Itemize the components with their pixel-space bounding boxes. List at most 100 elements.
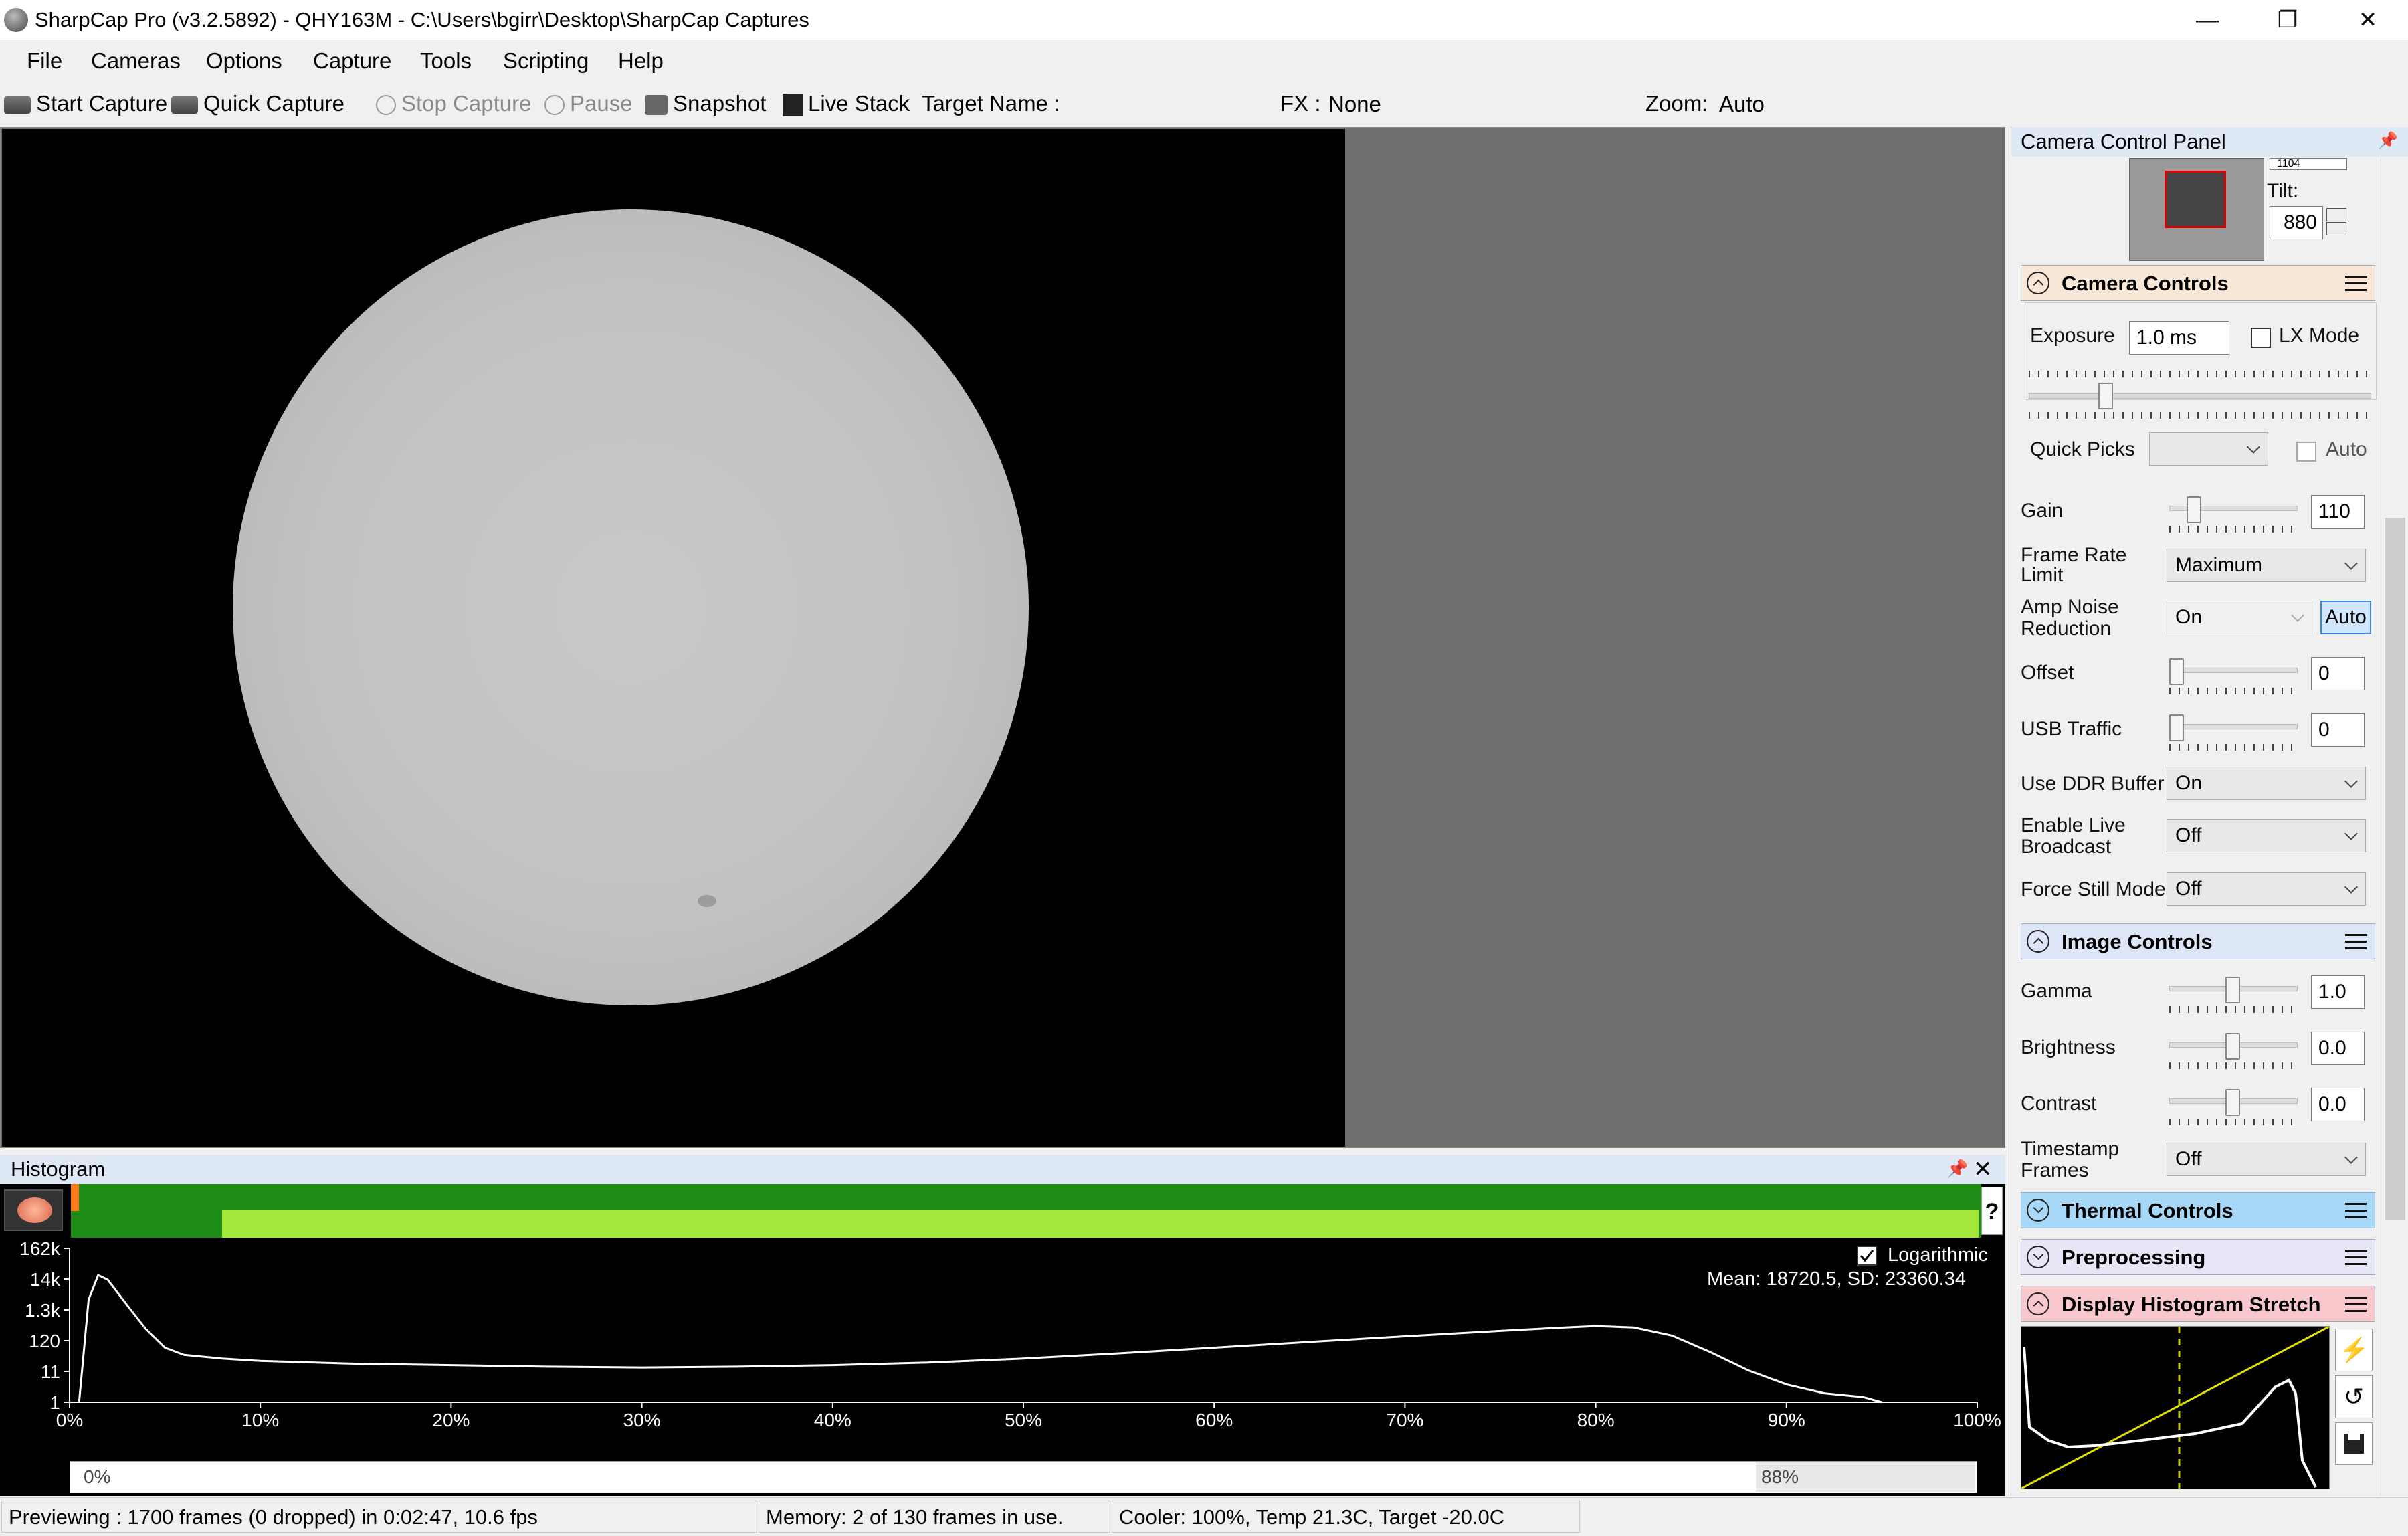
expand-icon[interactable] bbox=[2027, 1246, 2049, 1268]
live-broadcast-select[interactable]: Off bbox=[2167, 819, 2366, 852]
quick-capture-button[interactable]: Quick Capture bbox=[171, 83, 344, 124]
menu-icon[interactable] bbox=[2345, 276, 2367, 292]
exposure-field[interactable]: 1.0 ms bbox=[2129, 321, 2229, 355]
gamma-field[interactable]: 1.0 bbox=[2311, 975, 2365, 1009]
expand-icon[interactable] bbox=[2027, 1199, 2049, 1222]
gamma-slider-thumb[interactable] bbox=[2225, 977, 2240, 1003]
pin-icon[interactable]: 📌 bbox=[1946, 1159, 1968, 1179]
stretch-graph[interactable] bbox=[2021, 1325, 2330, 1490]
auto-stretch-button[interactable]: ⚡ bbox=[2335, 1329, 2373, 1371]
timestamp-select[interactable]: Off bbox=[2167, 1143, 2366, 1176]
close-button[interactable]: ✕ bbox=[2328, 0, 2408, 40]
stop-capture-button[interactable]: Stop Capture bbox=[376, 83, 531, 124]
force-still-label: Force Still Mode bbox=[2021, 878, 2166, 900]
tilt-label: Tilt: bbox=[2267, 180, 2299, 202]
y-tick-label: 11 bbox=[41, 1361, 60, 1382]
collapse-icon[interactable] bbox=[2027, 272, 2049, 294]
menu-icon[interactable] bbox=[2345, 1250, 2367, 1266]
exposure-slider-thumb[interactable] bbox=[2098, 383, 2113, 409]
menu-scripting[interactable]: Scripting bbox=[503, 41, 589, 80]
contrast-slider-thumb[interactable] bbox=[2225, 1089, 2240, 1116]
live-broadcast-label-line1: Enable Live bbox=[2021, 814, 2126, 836]
usb-slider-track[interactable] bbox=[2169, 724, 2298, 729]
x-tick-label: 40% bbox=[814, 1410, 851, 1430]
pan-field[interactable]: 1104 bbox=[2270, 158, 2347, 170]
reset-icon: ↺ bbox=[2343, 1383, 2365, 1410]
exposure-slider-track[interactable] bbox=[2029, 393, 2371, 399]
frame-rate-select[interactable]: Maximum bbox=[2167, 549, 2366, 582]
tilt-field[interactable]: 880 bbox=[2270, 206, 2323, 239]
help-button[interactable]: ? bbox=[1981, 1187, 2003, 1235]
amp-noise-select[interactable]: On bbox=[2167, 601, 2312, 634]
exposure-ticks-bottom bbox=[2029, 412, 2370, 419]
histogram-header: Histogram 📌 ✕ bbox=[0, 1155, 2005, 1185]
offset-slider-track[interactable] bbox=[2169, 668, 2298, 673]
y-tick-label: 1.3k bbox=[25, 1300, 61, 1321]
gamma-label: Gamma bbox=[2021, 980, 2092, 1002]
fx-combo[interactable]: None bbox=[1326, 92, 1542, 116]
display-stretch-header[interactable]: Display Histogram Stretch bbox=[2021, 1286, 2375, 1322]
force-still-select[interactable]: Off bbox=[2167, 872, 2366, 906]
camera-controls-header[interactable]: Camera Controls bbox=[2021, 265, 2375, 301]
x-tick-label: 20% bbox=[432, 1410, 470, 1430]
histogram-chart: 162k14k1.3k1201110% 10% 20% 30% 40% 50% 60% 70%… bbox=[19, 1238, 2001, 1430]
menu-cameras[interactable]: Cameras bbox=[91, 41, 181, 80]
save-stretch-button[interactable] bbox=[2335, 1422, 2373, 1465]
preprocessing-header[interactable]: Preprocessing bbox=[2021, 1239, 2375, 1275]
brightness-field[interactable]: 0.0 bbox=[2311, 1032, 2365, 1065]
x-tick-label: 60% bbox=[1195, 1410, 1233, 1430]
image-controls-header[interactable]: Image Controls bbox=[2021, 923, 2375, 959]
target-name-combo[interactable] bbox=[1058, 92, 1272, 116]
histogram-close-button[interactable]: ✕ bbox=[1973, 1155, 1993, 1184]
histogram-series-line bbox=[78, 1274, 1882, 1404]
quick-picks-select[interactable] bbox=[2149, 432, 2268, 466]
y-tick-label: 14k bbox=[30, 1269, 61, 1290]
lx-mode-checkbox[interactable] bbox=[2251, 328, 2271, 348]
collapse-icon[interactable] bbox=[2027, 930, 2049, 953]
start-capture-button[interactable]: Start Capture bbox=[4, 83, 167, 124]
snapshot-button[interactable]: Snapshot bbox=[645, 83, 766, 124]
menu-icon[interactable] bbox=[2345, 1297, 2367, 1313]
brain-icon[interactable] bbox=[4, 1189, 63, 1231]
brightness-ticks bbox=[2169, 1062, 2296, 1069]
roi-preview[interactable] bbox=[2129, 158, 2264, 261]
image-viewport[interactable] bbox=[0, 127, 2005, 1148]
offset-slider-thumb[interactable] bbox=[2169, 658, 2184, 685]
roi-rectangle[interactable] bbox=[2165, 171, 2226, 228]
pause-button[interactable]: Pause bbox=[544, 83, 633, 124]
range-slider[interactable]: 0% 88% bbox=[70, 1461, 1977, 1493]
level-marker[interactable] bbox=[71, 1184, 79, 1211]
thermal-controls-header[interactable]: Thermal Controls bbox=[2021, 1192, 2375, 1228]
usb-slider-thumb[interactable] bbox=[2169, 714, 2184, 741]
offset-field[interactable]: 0 bbox=[2311, 657, 2365, 690]
quick-picks-auto-checkbox[interactable] bbox=[2296, 442, 2316, 462]
contrast-field[interactable]: 0.0 bbox=[2311, 1088, 2365, 1121]
amp-noise-label-line1: Amp Noise bbox=[2021, 596, 2119, 618]
reset-stretch-button[interactable]: ↺ bbox=[2335, 1375, 2373, 1418]
menu-file[interactable]: File bbox=[27, 41, 62, 80]
menu-tools[interactable]: Tools bbox=[420, 41, 472, 80]
menu-icon[interactable] bbox=[2345, 1203, 2367, 1219]
pause-icon bbox=[544, 95, 565, 116]
menu-capture[interactable]: Capture bbox=[313, 41, 391, 80]
usb-traffic-field[interactable]: 0 bbox=[2311, 713, 2365, 747]
menu-help[interactable]: Help bbox=[618, 41, 664, 80]
panel-scrollbar[interactable] bbox=[2381, 157, 2408, 1495]
scrollbar-thumb[interactable] bbox=[2385, 518, 2405, 1220]
logarithmic-checkbox[interactable] bbox=[1857, 1246, 1877, 1266]
brightness-slider-thumb[interactable] bbox=[2225, 1033, 2240, 1060]
menu-options[interactable]: Options bbox=[206, 41, 282, 80]
gain-field[interactable]: 110 bbox=[2311, 495, 2365, 529]
amp-noise-auto-button[interactable]: Auto bbox=[2320, 601, 2371, 634]
tilt-spinner[interactable] bbox=[2326, 207, 2348, 239]
maximize-button[interactable]: ❐ bbox=[2247, 0, 2328, 40]
minimize-button[interactable]: — bbox=[2167, 0, 2247, 40]
live-stack-button[interactable]: Live Stack bbox=[783, 83, 910, 124]
panel-pin-icon[interactable]: 📌 bbox=[2378, 131, 2398, 151]
ddr-buffer-select[interactable]: On bbox=[2167, 767, 2366, 800]
gain-slider-thumb[interactable] bbox=[2187, 496, 2201, 523]
zoom-combo[interactable]: Auto bbox=[1719, 92, 1839, 116]
title-bar: SharpCap Pro (v3.2.5892) - QHY163M - C:\… bbox=[0, 0, 2408, 40]
menu-icon[interactable] bbox=[2345, 934, 2367, 950]
collapse-icon[interactable] bbox=[2027, 1292, 2049, 1315]
